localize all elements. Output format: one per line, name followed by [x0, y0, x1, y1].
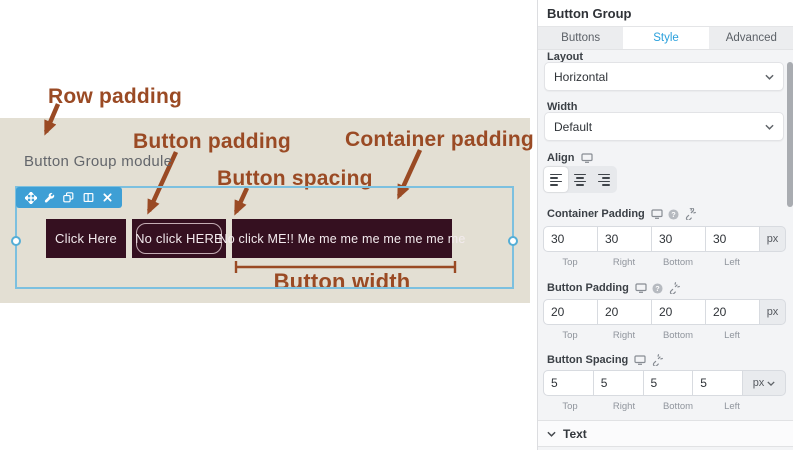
module-toolbar: [16, 187, 122, 208]
annotation-button-padding: Button padding: [133, 130, 291, 153]
window-edge: [793, 0, 800, 450]
width-select-value: Default: [554, 119, 593, 134]
duplicate-icon[interactable]: [63, 192, 75, 204]
button-group-module: Click Here No click HERE No click ME!! M…: [46, 219, 465, 258]
container-padding-inputs: px: [543, 226, 786, 252]
wrench-icon[interactable]: [44, 192, 56, 204]
annotation-row-padding: Row padding: [48, 85, 183, 108]
responsive-monitor-icon[interactable]: [635, 283, 647, 293]
settings-panel: Button Group Buttons Style Advanced Layo…: [537, 0, 794, 450]
chevron-down-icon: [765, 124, 774, 130]
module-label: Button Group module: [24, 153, 173, 170]
responsive-monitor-icon[interactable]: [651, 209, 663, 219]
module-button-2[interactable]: No click HERE: [132, 219, 226, 258]
button-spacing-left-input[interactable]: [692, 370, 743, 396]
responsive-monitor-icon[interactable]: [580, 153, 593, 163]
align-right-icon: [598, 173, 610, 186]
unlink-icon[interactable]: [668, 282, 680, 294]
unlink-icon[interactable]: [684, 208, 696, 220]
chevron-down-icon: [547, 431, 556, 437]
layout-select[interactable]: Horizontal: [544, 62, 784, 91]
button-spacing-label: Button Spacing: [547, 354, 664, 366]
page: Row padding Button padding Button spacin…: [0, 0, 800, 450]
align-control: [543, 166, 617, 193]
button-padding-bottom-input[interactable]: [651, 299, 706, 325]
button-padding-inputs: px: [543, 299, 786, 325]
button-spacing-top-input[interactable]: [543, 370, 594, 396]
close-icon[interactable]: [101, 192, 113, 204]
align-right-button[interactable]: [592, 167, 616, 192]
align-center-button[interactable]: [568, 167, 592, 192]
button-padding-sublabels: Top Right Bottom Left: [562, 330, 740, 341]
builder-canvas: Row padding Button padding Button spacin…: [0, 0, 537, 450]
tab-buttons[interactable]: Buttons: [538, 27, 623, 49]
button-padding-left-input[interactable]: [705, 299, 760, 325]
align-left-icon: [550, 173, 562, 186]
container-padding-bottom-input[interactable]: [651, 226, 706, 252]
unlink-icon[interactable]: [651, 354, 664, 366]
container-padding-sublabels: Top Right Bottom Left: [562, 257, 740, 268]
responsive-monitor-icon[interactable]: [634, 355, 646, 365]
columns-icon[interactable]: [82, 192, 94, 204]
button-spacing-unit[interactable]: px: [742, 370, 786, 396]
button-padding-unit[interactable]: px: [759, 299, 786, 325]
module-button-2-label: No click HERE: [135, 231, 223, 246]
container-padding-unit[interactable]: px: [759, 226, 786, 252]
annotation-container-padding: Container padding: [345, 128, 534, 151]
button-padding-right-input[interactable]: [597, 299, 652, 325]
chevron-down-icon: [767, 380, 775, 386]
module-button-3[interactable]: No click ME!! Me me me me me me me me: [218, 219, 465, 258]
resize-handle-left[interactable]: [11, 236, 21, 246]
panel-tabs: Buttons Style Advanced: [538, 27, 794, 50]
panel-title: Button Group: [547, 5, 632, 21]
align-left-button[interactable]: [544, 167, 568, 192]
module-button-1[interactable]: Click Here: [46, 219, 126, 258]
align-center-icon: [574, 173, 586, 186]
button-padding-top-input[interactable]: [543, 299, 598, 325]
help-icon[interactable]: ?: [668, 208, 679, 220]
container-padding-right-input[interactable]: [597, 226, 652, 252]
panel-header: Button Group: [538, 0, 794, 27]
button-spacing-bottom-input[interactable]: [642, 370, 694, 396]
help-icon[interactable]: ?: [652, 282, 663, 294]
svg-text:?: ?: [655, 283, 660, 292]
move-icon[interactable]: [24, 191, 37, 204]
resize-handle-right[interactable]: [508, 236, 518, 246]
width-select[interactable]: Default: [544, 112, 784, 141]
chevron-down-icon: [765, 74, 774, 80]
container-padding-left-input[interactable]: [705, 226, 760, 252]
container-padding-top-input[interactable]: [543, 226, 598, 252]
section-text-header[interactable]: Text: [538, 420, 794, 447]
tab-style[interactable]: Style: [623, 27, 709, 49]
align-label: Align: [547, 152, 593, 164]
button-spacing-right-input[interactable]: [592, 370, 644, 396]
tab-advanced[interactable]: Advanced: [709, 27, 794, 49]
button-spacing-inputs: px: [543, 370, 786, 396]
button-padding-label: Button Padding ?: [547, 282, 680, 294]
svg-text:?: ?: [671, 209, 676, 218]
layout-select-value: Horizontal: [554, 69, 609, 84]
button-spacing-sublabels: Top Right Bottom Left: [562, 401, 740, 412]
container-padding-label: Container Padding ?: [547, 208, 696, 220]
